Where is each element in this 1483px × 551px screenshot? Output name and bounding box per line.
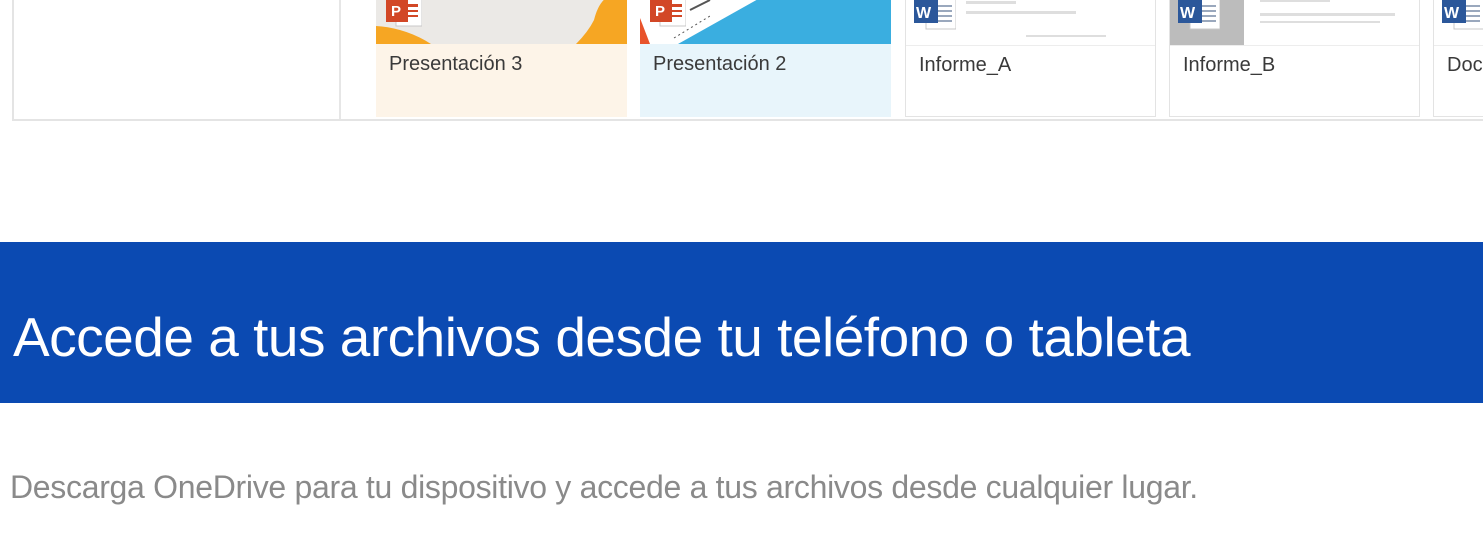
- powerpoint-icon: P: [650, 0, 686, 27]
- svg-text:W: W: [916, 5, 932, 22]
- document-line: [1026, 35, 1106, 37]
- file-tile-doc[interactable]: W Doc: [1433, 0, 1483, 117]
- file-name: Presentación 2: [653, 53, 787, 75]
- file-name: Presentación 3: [389, 53, 523, 75]
- word-icon: W: [1178, 0, 1220, 30]
- document-line: [1260, 0, 1330, 2]
- word-icon: W: [1442, 0, 1483, 30]
- powerpoint-icon: P: [386, 0, 422, 27]
- file-tile-informe-a[interactable]: W Informe_A: [905, 0, 1156, 117]
- panel-divider: [339, 0, 341, 119]
- file-name: Informe_A: [919, 54, 1012, 76]
- svg-text:P: P: [391, 3, 401, 20]
- banner-title: Accede a tus archivos desde tu teléfono …: [13, 306, 1191, 368]
- file-thumbnail: W: [1434, 0, 1483, 46]
- document-line: [966, 11, 1076, 14]
- document-line: [1260, 13, 1395, 16]
- document-line: [966, 1, 1016, 4]
- file-thumbnail: W: [906, 0, 1155, 46]
- file-thumbnail: P: [376, 0, 627, 44]
- file-thumbnail: W: [1170, 0, 1419, 46]
- file-name: Doc: [1447, 54, 1483, 76]
- word-icon: W: [914, 0, 956, 30]
- svg-text:W: W: [1180, 5, 1196, 22]
- svg-text:P: P: [655, 3, 665, 20]
- file-tile-informe-b[interactable]: W Informe_B: [1169, 0, 1420, 117]
- document-line: [1260, 21, 1380, 23]
- file-name: Informe_B: [1183, 54, 1276, 76]
- svg-text:W: W: [1444, 5, 1460, 22]
- promo-description: Descarga OneDrive para tu dispositivo y …: [10, 469, 1198, 505]
- file-tile-presentacion-3[interactable]: P Presentación 3: [376, 0, 627, 117]
- file-thumbnail: P: [640, 0, 891, 44]
- file-tile-presentacion-2[interactable]: P Presentación 2: [640, 0, 891, 117]
